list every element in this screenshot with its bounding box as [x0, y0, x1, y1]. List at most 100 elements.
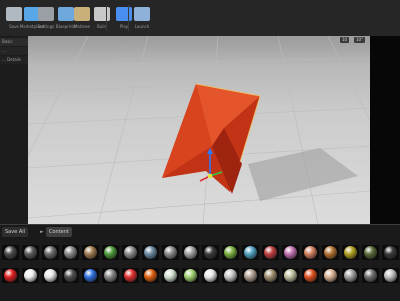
material-thumbnail: [222, 245, 239, 260]
left-panel: Basic ... ... Details: [0, 36, 28, 224]
material-thumbnail: [262, 245, 279, 260]
material-sphere: [344, 246, 357, 259]
viewport-snap-control[interactable]: 10°: [354, 37, 366, 43]
material-thumbnail: [122, 245, 139, 260]
material-thumbnail: [2, 268, 19, 283]
material-thumbnail: [42, 268, 59, 283]
material-thumbnail: [122, 268, 139, 283]
material-thumbnail: [382, 245, 399, 260]
material-thumbnail: [342, 268, 359, 283]
material-thumbnail: [242, 268, 259, 283]
material-thumbnail: [142, 268, 159, 283]
material-sphere: [64, 246, 77, 259]
material-thumbnail: [302, 245, 319, 260]
material-thumbnail: [142, 245, 159, 260]
material-sphere: [84, 269, 97, 282]
material-sphere: [244, 269, 257, 282]
material-sphere: [124, 246, 137, 259]
material-thumbnail: [222, 268, 239, 283]
toolbar-button-label: Launch: [134, 24, 150, 29]
save-icon: [6, 7, 22, 21]
material-sphere: [384, 269, 397, 282]
material-sphere: [124, 269, 137, 282]
material-thumbnail: [62, 245, 79, 260]
material-thumbnail: [202, 245, 219, 260]
left-panel-tab[interactable]: ...: [0, 47, 28, 55]
material-thumbnail: [262, 268, 279, 283]
play-icon: [116, 7, 132, 21]
material-sphere: [264, 269, 277, 282]
right-panel: [370, 36, 400, 224]
left-panel-tab[interactable]: Basic: [0, 38, 28, 46]
material-thumbnail: [82, 245, 99, 260]
material-thumbnail: [62, 268, 79, 283]
matinee-icon: [74, 7, 90, 21]
material-thumbnail: [242, 245, 259, 260]
build-icon: [94, 7, 110, 21]
material-thumbnail: [182, 268, 199, 283]
material-thumbnail: [362, 245, 379, 260]
material-thumbnail: [102, 245, 119, 260]
save-all-button[interactable]: Save All: [2, 227, 29, 237]
material-thumbnail: [362, 268, 379, 283]
material-sphere: [4, 269, 17, 282]
material-thumbnail: [22, 268, 39, 283]
material-sphere: [304, 269, 317, 282]
gear-icon: [38, 7, 54, 21]
content-browser: Save All ► Content: [0, 224, 400, 301]
material-sphere: [44, 246, 57, 259]
material-sphere: [364, 246, 377, 259]
main-toolbar: Save Marketplace Settings Blueprints Matinee…: [0, 0, 400, 37]
launch-icon: [134, 7, 150, 21]
material-sphere: [84, 246, 97, 259]
material-thumbnail: [322, 245, 339, 260]
material-sphere: [264, 246, 277, 259]
material-thumbnail: [42, 245, 59, 260]
material-sphere: [284, 269, 297, 282]
material-sphere: [164, 246, 177, 259]
breadcrumb-content[interactable]: Content: [46, 227, 72, 237]
material-sphere: [164, 269, 177, 282]
material-thumbnail: [82, 268, 99, 283]
material-sphere: [324, 269, 337, 282]
toolbar-separator: [128, 5, 129, 31]
material-sphere: [364, 269, 377, 282]
material-thumbnail: [22, 245, 39, 260]
material-sphere: [64, 269, 77, 282]
material-sphere: [44, 269, 57, 282]
material-sphere: [224, 246, 237, 259]
material-thumbnail: [322, 268, 339, 283]
toolbar-button-launch[interactable]: Launch: [132, 3, 152, 33]
material-sphere: [304, 246, 317, 259]
material-thumbnail: [282, 268, 299, 283]
toolbar-separator: [106, 5, 107, 31]
material-sphere: [144, 246, 157, 259]
material-thumbnail: [162, 245, 179, 260]
viewport-snap-control[interactable]: 10: [340, 37, 350, 43]
material-sphere: [104, 269, 117, 282]
level-viewport[interactable]: 10 10°: [28, 36, 370, 224]
material-sphere: [344, 269, 357, 282]
left-panel-tab[interactable]: ... Details: [0, 56, 28, 64]
material-sphere: [244, 246, 257, 259]
material-sphere: [24, 246, 37, 259]
material-sphere: [24, 269, 37, 282]
material-thumbnail: [342, 245, 359, 260]
material-thumbnail: [102, 268, 119, 283]
material-sphere: [384, 246, 397, 259]
material-sphere: [284, 246, 297, 259]
viewport-scene: [28, 36, 370, 224]
material-thumbnail: [382, 268, 399, 283]
material-thumbnail: [302, 268, 319, 283]
material-sphere: [204, 269, 217, 282]
material-thumbnail: [2, 245, 19, 260]
material-sphere: [184, 246, 197, 259]
material-thumbnail: [182, 245, 199, 260]
material-sphere: [204, 246, 217, 259]
material-thumbnail: [162, 268, 179, 283]
material-sphere: [104, 246, 117, 259]
material-sphere: [324, 246, 337, 259]
material-sphere: [224, 269, 237, 282]
material-sphere: [144, 269, 157, 282]
material-sphere: [4, 246, 17, 259]
